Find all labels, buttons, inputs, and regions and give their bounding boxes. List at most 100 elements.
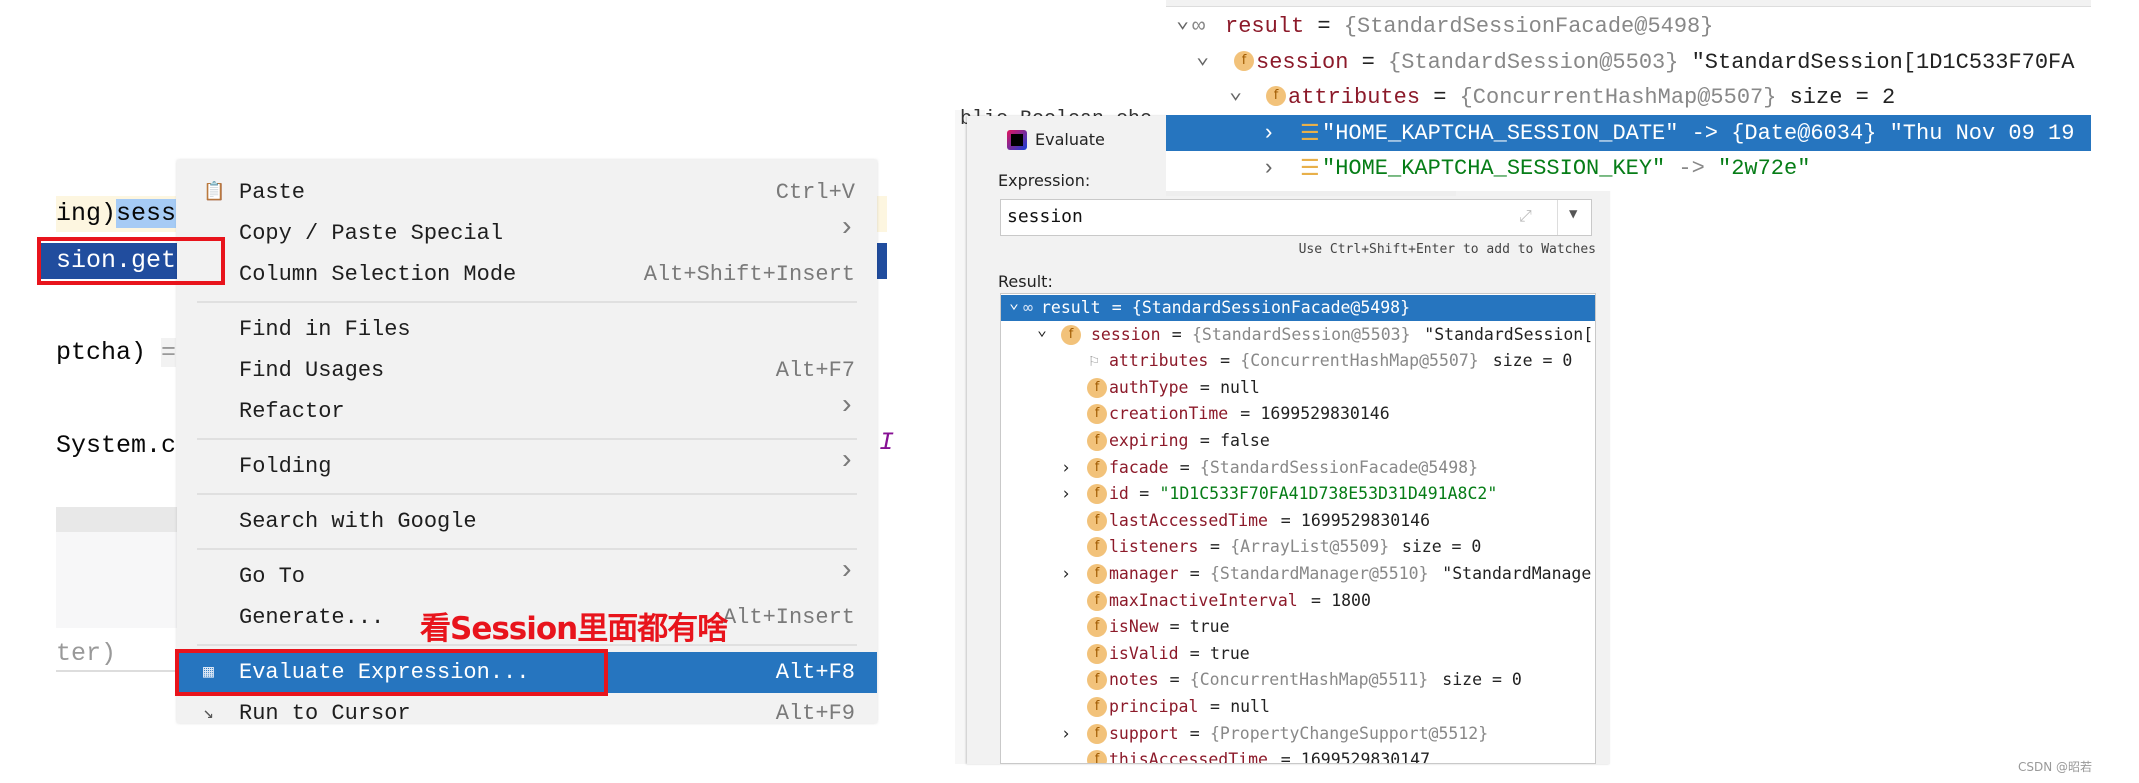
menu-item-find-usages[interactable]: Find Usages Alt+F7 xyxy=(177,350,877,391)
tree-row[interactable]: f maxInactiveInterval = 1800 xyxy=(1001,588,1595,614)
equals: = xyxy=(1280,510,1291,530)
field-value: "StandardSession[1D1C533F70FA xyxy=(1691,49,2075,75)
equals: = xyxy=(1317,14,1331,39)
field-icon: f xyxy=(1087,617,1107,638)
inlay-hint: = xyxy=(161,338,177,367)
field-name: maxInactiveInterval xyxy=(1109,590,1298,610)
tree-row[interactable]: f lastAccessedTime = 1699529830146 xyxy=(1001,508,1595,534)
expand-chevron-right-icon[interactable]: › xyxy=(1262,121,1275,146)
result-tree[interactable]: ⌄ ∞ result = {StandardSessionFacade@5498} ⌄ f s… xyxy=(1000,293,1596,764)
tree-row[interactable]: ⚐ attributes = {ConcurrentHashMap@5507} size… xyxy=(1001,348,1595,374)
expand-chevron-right-icon[interactable]: › xyxy=(1262,156,1275,181)
expression-input[interactable]: session ⤢ ▼ xyxy=(1000,199,1592,236)
expand-chevron-down-icon[interactable]: ⌄ xyxy=(1196,44,1209,70)
field-value: null xyxy=(1230,697,1270,716)
expand-chevron-down-icon[interactable]: ⌄ xyxy=(1037,320,1047,339)
field-name: result xyxy=(1225,14,1305,39)
expand-chevron-down-icon[interactable]: ⌄ xyxy=(1229,79,1242,105)
menu-item-folding[interactable]: Folding › xyxy=(177,446,877,487)
tree-row[interactable]: › f support = {PropertyChangeSupport@5512} xyxy=(1001,721,1595,747)
field-icon: f xyxy=(1087,404,1107,425)
tree-row[interactable]: f creationTime = 1699529830146 xyxy=(1001,401,1595,427)
equals: = xyxy=(1199,377,1210,397)
history-dropdown-icon[interactable]: ▼ xyxy=(1569,206,1577,222)
menu-item-paste[interactable]: 📋 Paste Ctrl+V xyxy=(177,172,877,213)
field-type: {ConcurrentHashMap@5507} xyxy=(1459,85,1777,110)
menu-item-label: Refactor xyxy=(239,399,345,424)
menu-item-shortcut: Alt+F7 xyxy=(775,358,855,383)
tree-row[interactable]: f isNew = true xyxy=(1001,614,1595,640)
value-string: "2w72e" xyxy=(1718,156,1811,181)
key-string: "HOME_KAPTCHA_SESSION_KEY" xyxy=(1322,156,1666,181)
tree-row[interactable]: f principal = null xyxy=(1001,694,1595,720)
expand-icon[interactable]: ⤢ xyxy=(1519,206,1532,226)
menu-item-label: Paste xyxy=(239,180,306,205)
menu-item-label: Go To xyxy=(239,564,306,589)
field-type: {StandardManager@5510} xyxy=(1210,564,1429,583)
expand-chevron-right-icon[interactable]: › xyxy=(1061,484,1071,503)
tree-row[interactable]: f thisAccessedTime = 1699529830147 xyxy=(1001,747,1595,763)
tree-row[interactable]: f listeners = {ArrayList@5509} size = 0 xyxy=(1001,534,1595,560)
tree-row[interactable]: ⌄ f session = {StandardSession@5503} "Standar… xyxy=(1001,320,1596,348)
watch-result-icon: ∞ xyxy=(1192,14,1206,39)
field-icon: f xyxy=(1061,324,1081,345)
field-value: "Thu Nov 09 19 xyxy=(1889,120,2075,146)
editor-divider xyxy=(56,507,177,532)
dialog-title: Evaluate xyxy=(1035,130,1105,149)
chevron-right-icon: › xyxy=(838,391,855,422)
tree-row[interactable]: f authType = null xyxy=(1001,375,1595,401)
field-type: {PropertyChangeSupport@5512} xyxy=(1210,723,1489,743)
menu-item-search-with-google[interactable]: Search with Google xyxy=(177,501,877,542)
menu-item-column-selection-mode[interactable]: Column Selection Mode Alt+Shift+Insert xyxy=(177,254,877,295)
expand-chevron-right-icon[interactable]: › xyxy=(1061,458,1071,477)
menu-item-label: Generate... xyxy=(239,605,385,630)
field-name: id xyxy=(1109,484,1129,504)
tree-row[interactable]: › f id = "1D1C533F70FA41D738E53D31D491A8C2" xyxy=(1001,481,1595,507)
variable-row[interactable]: ⌄ ∞ result = {StandardSessionFacade@5498} xyxy=(1166,8,2091,44)
field-icon: f xyxy=(1087,564,1107,584)
menu-item-refactor[interactable]: Refactor › xyxy=(177,391,877,432)
field-value: "StandardSession[1 xyxy=(1424,324,1596,344)
field-icon: f xyxy=(1087,537,1107,558)
expand-chevron-right-icon[interactable]: › xyxy=(1061,564,1071,583)
chevron-right-icon: › xyxy=(838,446,855,477)
map-entry-icon: ☰ xyxy=(1300,121,1320,147)
equals: = xyxy=(1189,564,1200,583)
field-type: {StandardSession@5503} xyxy=(1388,49,1679,75)
variable-row[interactable]: ⌄ f attributes = {ConcurrentHashMap@5507} siz… xyxy=(1166,79,2091,115)
field-name: notes xyxy=(1109,670,1159,690)
variable-row[interactable]: › ☰ "HOME_KAPTCHA_SESSION_KEY" -> "2w72e" xyxy=(1166,150,2091,186)
annotation-box xyxy=(175,649,608,696)
field-name: authType xyxy=(1109,377,1189,397)
code-line: ptcha) = xyxy=(56,335,177,371)
field-value: size = 2 xyxy=(1789,85,1896,110)
menu-item-go-to[interactable]: Go To › xyxy=(177,556,877,597)
arrow: -> xyxy=(1678,156,1705,181)
menu-item-copy-paste-special[interactable]: Copy / Paste Special › xyxy=(177,213,877,254)
menu-item-run-to-cursor[interactable]: ↘ Run to Cursor Alt+F9 xyxy=(177,693,877,723)
field-icon: f xyxy=(1087,590,1107,611)
intellij-icon xyxy=(1007,130,1027,150)
field-icon: f xyxy=(1087,643,1107,664)
variable-row[interactable]: › ☰ "HOME_KAPTCHA_SESSION_DATE" -> {Date@603… xyxy=(1166,114,2091,151)
menu-item-label: Find in Files xyxy=(239,317,411,342)
tree-row[interactable]: › f facade = {StandardSessionFacade@5498} xyxy=(1001,455,1595,481)
menu-separator xyxy=(197,493,857,495)
tree-row[interactable]: f isValid = true xyxy=(1001,641,1595,667)
field-type: {ConcurrentHashMap@5507} xyxy=(1240,351,1479,371)
expand-chevron-down-icon[interactable]: ⌄ xyxy=(1176,8,1189,34)
expand-chevron-right-icon[interactable]: › xyxy=(1061,724,1071,743)
variable-row[interactable]: ⌄ f session = {StandardSession@5503} "Standar… xyxy=(1166,44,2091,80)
tree-row[interactable]: f expiring = false xyxy=(1001,428,1595,454)
equals: = xyxy=(1361,49,1375,75)
chevron-right-icon: › xyxy=(838,213,855,244)
tree-row[interactable]: f notes = {ConcurrentHashMap@5511} size = 0 xyxy=(1001,667,1595,693)
equals: = xyxy=(1210,537,1220,557)
tree-row[interactable]: ⌄ ∞ result = {StandardSessionFacade@5498} xyxy=(1001,294,1595,321)
field-value: size = 0 xyxy=(1492,351,1573,371)
menu-item-find-in-files[interactable]: Find in Files xyxy=(177,309,877,350)
expand-chevron-down-icon[interactable]: ⌄ xyxy=(1009,294,1019,312)
field-name: session xyxy=(1256,49,1349,75)
field-name: attributes xyxy=(1109,351,1209,371)
tree-row[interactable]: › f manager = {StandardManager@5510} "Standar… xyxy=(1001,561,1595,587)
